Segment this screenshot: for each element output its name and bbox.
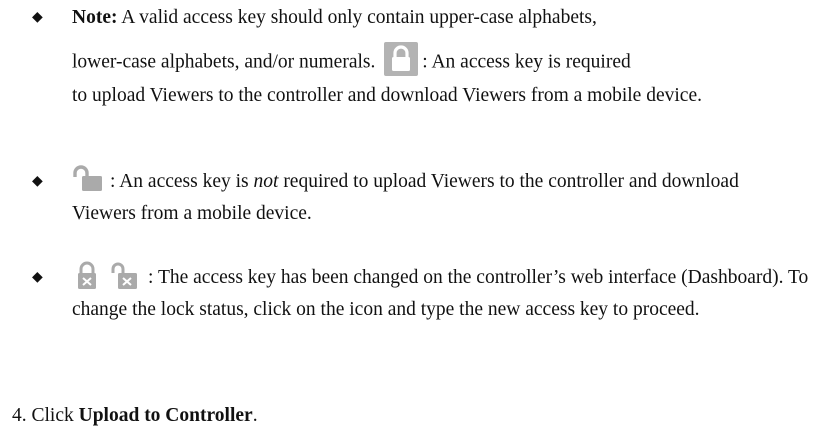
note-bullet: Note: A valid access key should only con… — [72, 2, 822, 112]
bullet-diamond-icon — [32, 262, 43, 294]
note-line-1: Note: A valid access key should only con… — [72, 7, 597, 28]
open-lock-bullet: : An access key is not required to uploa… — [72, 164, 822, 230]
lock-open-x-icon — [110, 261, 140, 291]
open-lock-text: : An access key is not required to uploa… — [72, 164, 752, 230]
note-label: Note: — [72, 7, 118, 28]
lock-open-icon — [72, 164, 106, 194]
changed-key-bullet: : The access key has been changed on the… — [72, 261, 822, 326]
document-page: Note: A valid access key should only con… — [0, 0, 839, 445]
bullet-diamond-icon — [32, 2, 43, 34]
changed-key-text: : The access key has been changed on the… — [72, 261, 832, 326]
note-line-2: lower-case alphabets, and/or numerals. :… — [72, 42, 822, 80]
bullet-diamond-icon — [32, 166, 43, 198]
step-4: 4. Click Upload to Controller. — [12, 405, 258, 426]
lock-closed-x-icon — [72, 261, 102, 291]
note-line-rest: to upload Viewers to the controller and … — [72, 85, 702, 106]
upload-to-controller-label: Upload to Controller — [78, 405, 253, 426]
lock-closed-icon — [384, 42, 419, 76]
